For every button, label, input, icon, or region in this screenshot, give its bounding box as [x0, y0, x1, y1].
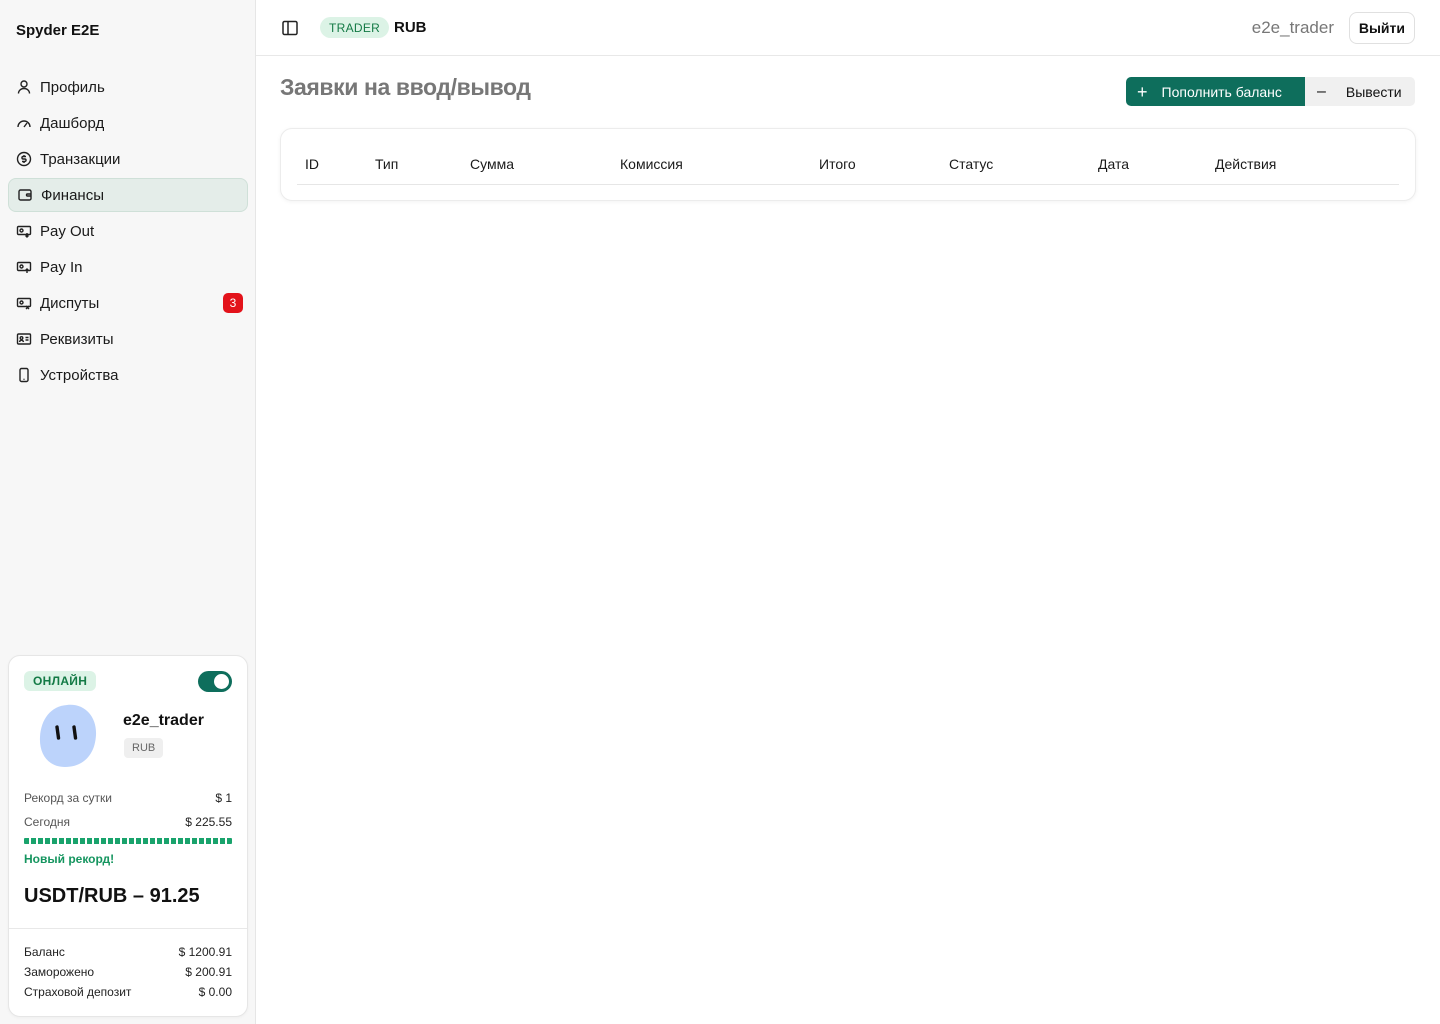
deposit-button[interactable]: + Пополнить баланс: [1126, 77, 1305, 106]
deposit-button-label: Пополнить баланс: [1161, 83, 1282, 100]
card-divider: [9, 928, 247, 929]
toggle-knob: [214, 674, 229, 689]
column-header-commission[interactable]: Комиссия: [620, 156, 683, 172]
role-badge: TRADER: [320, 17, 390, 38]
id-card-icon: [16, 331, 32, 347]
frozen-row: Заморожено $ 200.91: [24, 965, 232, 979]
today-label: Сегодня: [24, 815, 70, 829]
sidebar-item-label: Pay In: [40, 258, 83, 276]
daily-record-value: $ 1: [215, 791, 232, 805]
top-bar: TRADER RUB e2e_trader Выйти: [256, 0, 1440, 56]
dispute-icon: [16, 295, 32, 311]
gauge-icon: [16, 115, 32, 131]
insurance-deposit-label: Страховой депозит: [24, 985, 132, 999]
device-icon: [16, 367, 32, 383]
table-header: ID Тип Сумма Комиссия Итого Статус Дата …: [297, 155, 1399, 185]
sidebar-item-label: Транзакции: [40, 150, 121, 168]
online-toggle[interactable]: [198, 671, 232, 692]
sidebar-item-label: Реквизиты: [40, 330, 114, 348]
withdraw-button[interactable]: – Вывести: [1305, 77, 1415, 106]
insurance-deposit-row: Страховой депозит $ 0.00: [24, 985, 232, 999]
balance-label: Баланс: [24, 945, 65, 959]
currency-label: RUB: [394, 19, 427, 36]
frozen-label: Заморожено: [24, 965, 95, 979]
requests-table: ID Тип Сумма Комиссия Итого Статус Дата …: [280, 128, 1416, 201]
sidebar-item-devices[interactable]: Устройства: [8, 358, 248, 392]
user-icon: [16, 79, 32, 95]
trader-status-card: ОНЛАЙН e2e_trader RUB Рекорд за сутки $ …: [8, 655, 248, 1017]
daily-record-label: Рекорд за сутки: [24, 791, 112, 805]
daily-record-row: Рекорд за сутки $ 1: [24, 791, 232, 805]
page-title: Заявки на ввод/вывод: [280, 74, 531, 100]
sidebar-item-label: Pay Out: [40, 222, 95, 240]
sidebar-item-label: Дашборд: [40, 114, 105, 132]
online-status-badge: ОНЛАЙН: [24, 671, 97, 691]
payin-icon: [16, 259, 32, 275]
card-currency-badge: RUB: [124, 738, 164, 758]
sidebar: Spyder E2E Профиль Дашборд Транзакции Фи…: [0, 0, 256, 1024]
balance-value: $ 1200.91: [178, 945, 232, 959]
exchange-rate: USDT/RUB – 91.25: [24, 885, 200, 907]
column-header-type[interactable]: Тип: [375, 156, 398, 172]
payout-icon: [16, 223, 32, 239]
frozen-value: $ 200.91: [185, 965, 232, 979]
column-header-id[interactable]: ID: [305, 156, 319, 172]
sidebar-item-label: Финансы: [41, 186, 104, 204]
dollar-circle-icon: [16, 151, 32, 167]
balance-row: Баланс $ 1200.91: [24, 945, 232, 959]
column-header-status[interactable]: Статус: [949, 156, 993, 172]
column-header-amount[interactable]: Сумма: [470, 156, 514, 172]
minus-icon: –: [1317, 82, 1326, 100]
sidebar-item-disputes[interactable]: Диспуты 3: [8, 286, 248, 320]
sidebar-item-finance[interactable]: Финансы: [8, 178, 248, 212]
brand-title: Spyder E2E: [16, 22, 100, 39]
column-header-total[interactable]: Итого: [819, 156, 856, 172]
column-header-date[interactable]: Дата: [1098, 156, 1129, 172]
avatar: [37, 703, 99, 769]
withdraw-button-label: Вывести: [1345, 83, 1402, 100]
sidebar-item-label: Профиль: [40, 78, 105, 96]
disputes-count-badge: 3: [223, 293, 243, 313]
sidebar-nav: Профиль Дашборд Транзакции Финансы Pay O…: [8, 70, 248, 394]
today-row: Сегодня $ 225.55: [24, 815, 232, 829]
sidebar-item-profile[interactable]: Профиль: [8, 70, 248, 104]
sidebar-item-dashboard[interactable]: Дашборд: [8, 106, 248, 140]
plus-icon: +: [1137, 81, 1148, 102]
sidebar-item-label: Устройства: [40, 366, 119, 384]
sidebar-item-transactions[interactable]: Транзакции: [8, 142, 248, 176]
wallet-icon: [17, 187, 33, 203]
record-progress-bar: [24, 838, 232, 844]
new-record-label: Новый рекорд!: [24, 852, 115, 866]
logout-button[interactable]: Выйти: [1348, 12, 1415, 44]
sidebar-item-payin[interactable]: Pay In: [8, 250, 248, 284]
sidebar-item-payout[interactable]: Pay Out: [8, 214, 248, 248]
insurance-deposit-value: $ 0.00: [198, 985, 232, 999]
card-username: e2e_trader: [123, 712, 204, 729]
sidebar-item-requisites[interactable]: Реквизиты: [8, 322, 248, 356]
header-username: e2e_trader: [1251, 18, 1334, 37]
sidebar-item-label: Диспуты: [40, 294, 100, 312]
today-value: $ 225.55: [185, 815, 232, 829]
column-header-actions[interactable]: Действия: [1215, 156, 1276, 172]
sidebar-toggle-icon[interactable]: [280, 18, 300, 38]
